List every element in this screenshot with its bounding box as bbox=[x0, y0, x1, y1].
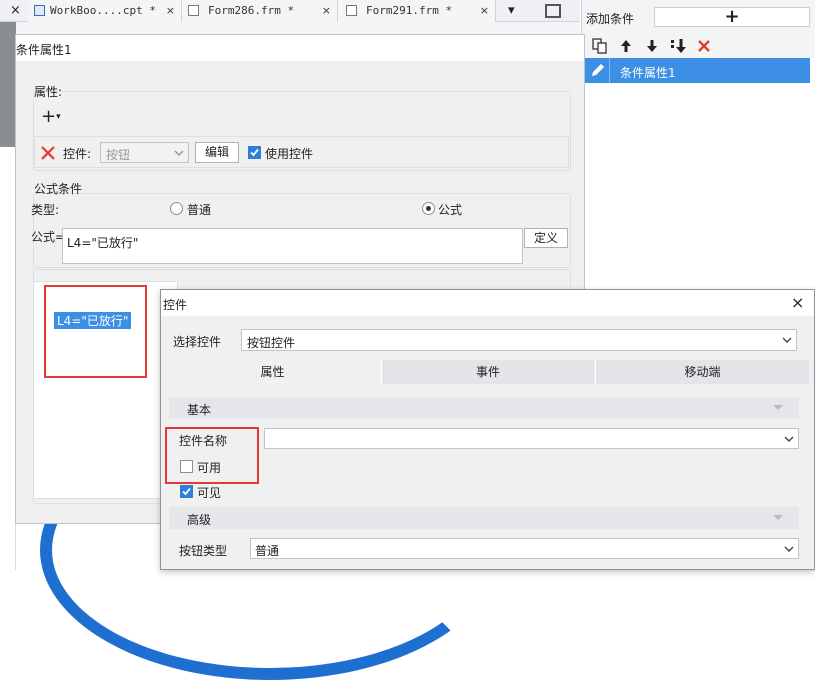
formula-condition-label: 公式条件 bbox=[34, 182, 83, 196]
arrow-down-icon[interactable] bbox=[644, 38, 662, 54]
select-control-label: 选择控件 bbox=[173, 335, 222, 349]
type-formula-radio[interactable] bbox=[422, 202, 435, 215]
chevron-down-icon bbox=[784, 434, 794, 444]
tab-properties[interactable]: 属性 bbox=[165, 360, 380, 384]
form-icon bbox=[188, 5, 199, 16]
type-normal-radio[interactable] bbox=[170, 202, 183, 215]
dialog-title: 条件属性1 bbox=[16, 43, 72, 57]
tab-form286[interactable]: Form286.frm * × bbox=[182, 0, 338, 22]
conditions-header: 添加条件 + bbox=[582, 0, 815, 34]
delete-icon[interactable] bbox=[696, 38, 714, 54]
layout-icon[interactable] bbox=[545, 4, 561, 18]
tab-close-icon[interactable]: × bbox=[10, 3, 21, 18]
edit-pencil-icon bbox=[584, 58, 610, 83]
attribute-row: 控件: 按钮 编辑 使用控件 bbox=[34, 136, 569, 168]
tab-close-icon[interactable]: × bbox=[480, 0, 489, 22]
form-icon bbox=[346, 5, 357, 16]
editor-tab-bar: × WorkBoo....cpt * × Form286.frm * × For… bbox=[0, 0, 580, 22]
chevron-down-icon bbox=[782, 335, 792, 345]
collapse-icon bbox=[773, 405, 783, 410]
dialog-titlebar: 控件 × bbox=[161, 290, 814, 316]
attributes-label: 属性: bbox=[34, 85, 63, 99]
tab-mobile[interactable]: 移动端 bbox=[595, 360, 809, 384]
add-attribute-button[interactable]: +▾ bbox=[41, 108, 69, 128]
dialog-titlebar: 条件属性1 bbox=[16, 35, 584, 61]
visible-label: 可见 bbox=[197, 486, 222, 500]
type-formula-label: 公式 bbox=[438, 203, 463, 217]
condition-label: 条件属性1 bbox=[620, 66, 676, 80]
delete-attribute-icon[interactable] bbox=[39, 144, 57, 162]
formula-label: 公式= bbox=[31, 230, 66, 244]
add-condition-button[interactable]: + bbox=[654, 7, 810, 27]
control-name-input[interactable] bbox=[264, 428, 799, 449]
tab-label: WorkBoo....cpt * bbox=[50, 4, 156, 17]
edit-button[interactable]: 编辑 bbox=[195, 142, 239, 163]
condition-list-item[interactable]: 条件属性1 bbox=[584, 58, 810, 83]
advanced-section-label: 高级 bbox=[187, 513, 212, 527]
type-normal-label: 普通 bbox=[187, 203, 212, 217]
close-icon[interactable]: × bbox=[791, 293, 804, 312]
tab-close-icon[interactable]: × bbox=[166, 0, 175, 22]
editor-gutter bbox=[0, 22, 16, 147]
chevron-down-icon bbox=[174, 148, 184, 158]
control-dialog: 控件 × 选择控件 按钮控件 属性 事件 移动端 基本 控件名称 可用 可见 高… bbox=[160, 289, 815, 570]
move-bottom-icon[interactable] bbox=[670, 38, 688, 54]
type-label: 类型: bbox=[31, 203, 60, 217]
tab-label: Form286.frm * bbox=[208, 4, 295, 17]
define-button[interactable]: 定义 bbox=[524, 228, 568, 248]
tab-label: Form291.frm * bbox=[366, 4, 453, 17]
tab-form291[interactable]: Form291.frm * × bbox=[338, 0, 496, 22]
copy-icon[interactable] bbox=[592, 38, 610, 54]
dialog-title: 控件 bbox=[163, 298, 188, 312]
button-type-dropdown[interactable]: 普通 bbox=[250, 538, 799, 559]
visible-checkbox[interactable] bbox=[180, 485, 193, 498]
conditions-toolbar bbox=[582, 34, 815, 58]
tab-close-icon[interactable]: × bbox=[322, 0, 331, 22]
basic-section-label: 基本 bbox=[187, 403, 212, 417]
formula-input[interactable]: L4="已放行" bbox=[62, 228, 523, 264]
editor-canvas-edge bbox=[0, 170, 16, 570]
tab-list-icon[interactable]: ▾ bbox=[508, 3, 515, 18]
arrow-up-icon[interactable] bbox=[618, 38, 636, 54]
collapse-icon bbox=[773, 515, 783, 520]
tab-workbook[interactable]: WorkBoo....cpt * × bbox=[28, 0, 182, 22]
advanced-section-header[interactable]: 高级 bbox=[169, 507, 799, 529]
control-type-select[interactable]: 按钮 bbox=[100, 142, 189, 163]
button-type-label: 按钮类型 bbox=[179, 544, 228, 558]
select-control-dropdown[interactable]: 按钮控件 bbox=[241, 329, 797, 351]
use-control-label: 使用控件 bbox=[265, 147, 314, 161]
workbook-icon bbox=[34, 5, 45, 16]
highlight-box bbox=[165, 427, 259, 484]
basic-section-header[interactable]: 基本 bbox=[169, 397, 799, 419]
tab-events[interactable]: 事件 bbox=[381, 360, 594, 384]
control-label: 控件: bbox=[63, 147, 92, 161]
highlight-box bbox=[44, 285, 147, 378]
chevron-down-icon bbox=[784, 544, 794, 554]
add-condition-label: 添加条件 bbox=[586, 12, 635, 26]
use-control-checkbox[interactable] bbox=[248, 146, 261, 159]
